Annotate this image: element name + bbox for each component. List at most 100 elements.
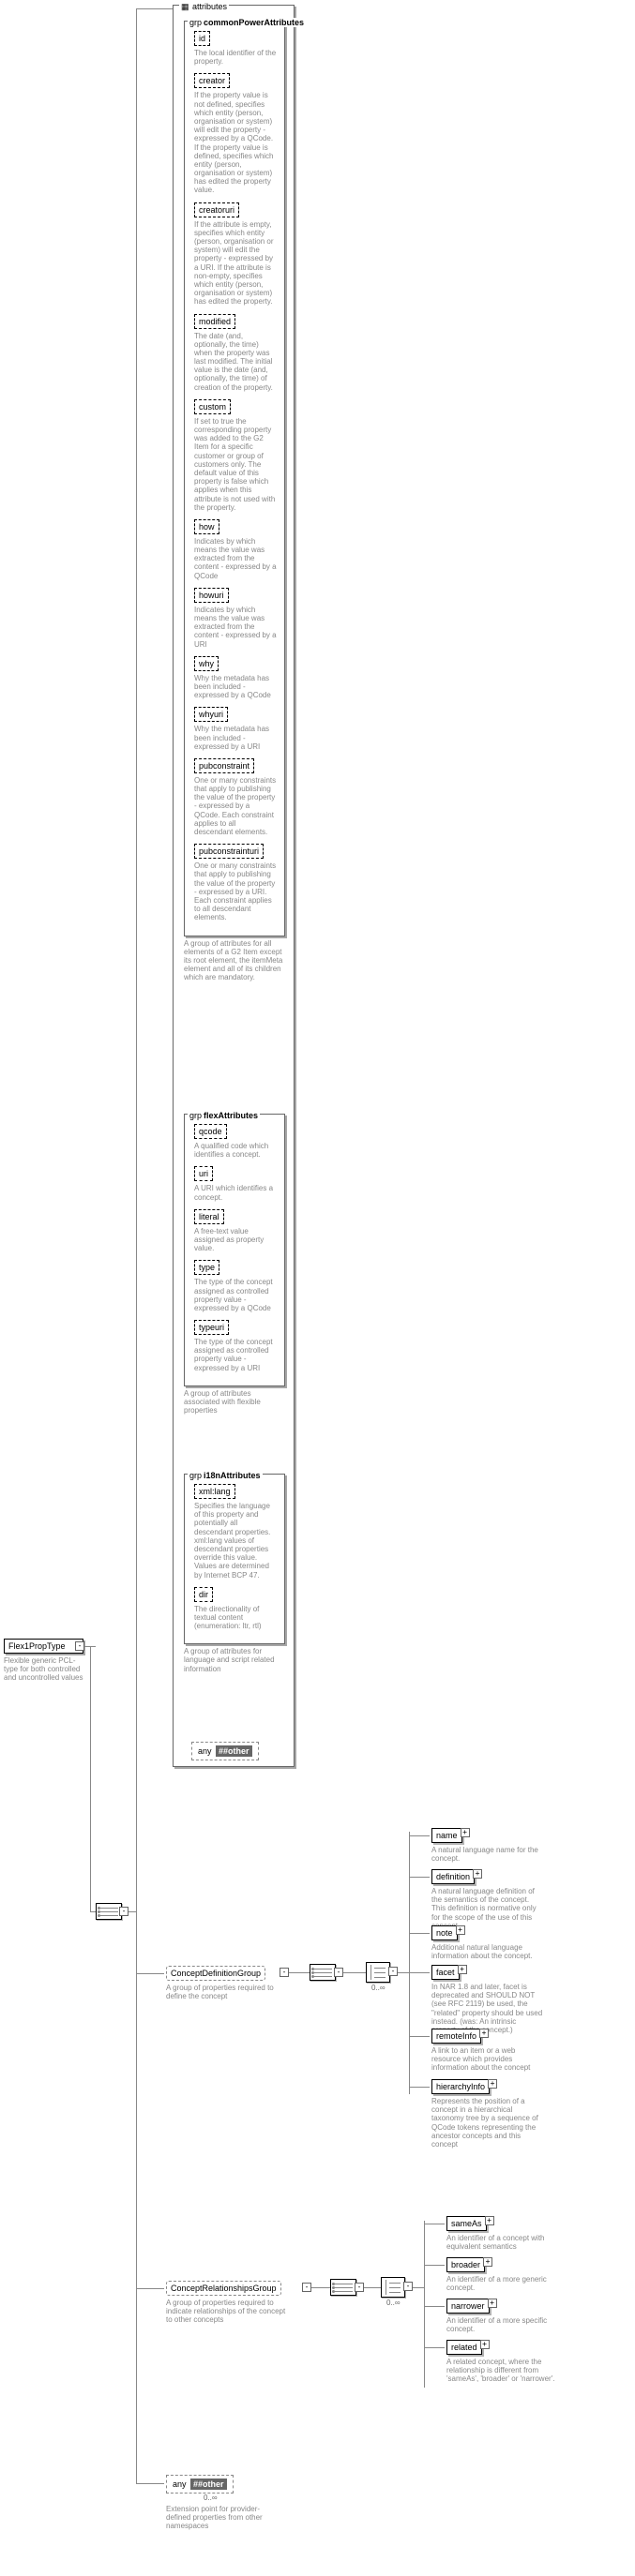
attr-xmllang-desc: Specifies the language of this property … xyxy=(194,1502,277,1580)
group-i18n-desc: A group of attributes for language and s… xyxy=(184,1647,285,1673)
concept-def-seq-toggle[interactable]: - xyxy=(334,1968,343,1977)
concept-def-desc: A group of properties required to define… xyxy=(166,1984,288,2000)
element-remoteInfo-desc: A link to an item or a web resource whic… xyxy=(431,2046,544,2073)
attr-pubconstrainturi-desc: One or many constraints that apply to pu… xyxy=(194,861,277,921)
attr-qcode-desc: A qualified code which identifies a conc… xyxy=(194,1142,277,1159)
attr-id: id xyxy=(194,31,210,46)
attr-typeuri-desc: The type of the concept assigned as cont… xyxy=(194,1338,277,1372)
concept-rel-seq-toggle[interactable]: - xyxy=(355,2283,364,2292)
attr-custom: custom xyxy=(194,399,231,414)
element-remoteInfo: remoteInfo xyxy=(431,2029,481,2044)
concept-rel-card: 0..∞ xyxy=(386,2299,401,2307)
attr-whyuri-desc: Why the metadata has been included - exp… xyxy=(194,725,277,751)
group-prefix: grp xyxy=(189,1111,202,1120)
concept-rel-desc: A group of properties required to indica… xyxy=(166,2299,288,2325)
attr-id-desc: The local identifier of the property. xyxy=(194,49,277,66)
attr-type: type xyxy=(194,1260,219,1275)
element-sameAs: sameAs xyxy=(446,2216,487,2231)
attr-creator-desc: If the property value is not defined, sp… xyxy=(194,91,277,194)
attributes-label: attributes xyxy=(190,2,229,11)
attr-literal-desc: A free-text value assigned as property v… xyxy=(194,1227,277,1253)
element-broader-toggle[interactable]: + xyxy=(483,2257,492,2267)
attr-dir: dir xyxy=(194,1587,213,1602)
attr-uri-desc: A URI which identifies a concept. xyxy=(194,1184,277,1201)
element-facet: facet xyxy=(431,1965,460,1980)
concept-relationships-group: ConceptRelationshipsGroup xyxy=(166,2281,281,2296)
group-flex-desc: A group of attributes associated with fl… xyxy=(184,1389,285,1415)
concept-def-choice-toggle[interactable]: - xyxy=(388,1967,398,1976)
concept-def-seq xyxy=(310,1964,336,1981)
root-seq-toggle[interactable]: - xyxy=(119,1907,129,1916)
root-seq xyxy=(96,1903,122,1920)
attr-creatoruri-desc: If the attribute is empty, specifies whi… xyxy=(194,220,277,307)
element-definition-desc: A natural language definition of the sem… xyxy=(431,1887,544,1930)
any-other-attr: any ##other xyxy=(191,1742,259,1760)
element-definition-toggle[interactable]: + xyxy=(473,1869,482,1879)
element-name-toggle[interactable]: + xyxy=(461,1828,470,1837)
element-note-toggle[interactable]: + xyxy=(456,1925,465,1935)
attr-uri: uri xyxy=(194,1166,213,1181)
element-facet-desc: In NAR 1.8 and later, facet is deprecate… xyxy=(431,1983,544,2034)
element-hierarchyInfo: hierarchyInfo xyxy=(431,2079,490,2094)
attr-typeuri: typeuri xyxy=(194,1320,229,1335)
group-i18n: grp i18nAttributes xml:langSpecifies the… xyxy=(184,1474,285,1644)
any-other-element: any ##other xyxy=(166,2475,234,2494)
element-remoteInfo-toggle[interactable]: + xyxy=(479,2029,489,2038)
root-label: Flex1PropType xyxy=(8,1641,66,1651)
element-narrower: narrower xyxy=(446,2299,490,2314)
element-hierarchyInfo-toggle[interactable]: + xyxy=(488,2079,497,2089)
element-facet-toggle[interactable]: + xyxy=(458,1965,467,1974)
ext-any-label: ##other xyxy=(190,2479,227,2490)
element-narrower-toggle[interactable]: + xyxy=(488,2299,497,2308)
attr-qcode: qcode xyxy=(194,1124,227,1139)
attr-creatoruri: creatoruri xyxy=(194,202,239,217)
attr-pubconstraint-desc: One or many constraints that apply to pu… xyxy=(194,776,277,836)
attr-xmllang: xml:lang xyxy=(194,1484,235,1499)
concept-def-name: ConceptDefinitionGroup xyxy=(171,1969,261,1978)
root-toggle[interactable]: - xyxy=(75,1641,84,1651)
element-sameAs-toggle[interactable]: + xyxy=(485,2216,494,2225)
element-definition: definition xyxy=(431,1869,475,1884)
group-common-name: commonPowerAttributes xyxy=(202,18,306,27)
attr-modified: modified xyxy=(194,314,235,329)
attr-pubconstrainturi: pubconstrainturi xyxy=(194,844,264,859)
group-prefix: grp xyxy=(189,1471,202,1480)
element-name-desc: A natural language name for the concept. xyxy=(431,1846,544,1863)
concept-rel-seq xyxy=(330,2279,356,2296)
element-related-desc: A related concept, where the relationshi… xyxy=(446,2358,559,2384)
concept-rel-name: ConceptRelationshipsGroup xyxy=(171,2284,277,2293)
group-common-desc: A group of attributes for all elements o… xyxy=(184,939,285,982)
root-desc: Flexible generic PCL-type for both contr… xyxy=(4,1656,83,1683)
element-narrower-desc: An identifier of a more specific concept… xyxy=(446,2316,559,2333)
group-common-power: grp commonPowerAttributes idThe local id… xyxy=(184,21,285,936)
attr-dir-desc: The directionality of textual content (e… xyxy=(194,1605,277,1631)
attr-literal: literal xyxy=(194,1209,224,1224)
element-hierarchyInfo-desc: Represents the position of a concept in … xyxy=(431,2097,544,2149)
group-flex-name: flexAttributes xyxy=(202,1111,260,1120)
element-note-desc: Additional natural language information … xyxy=(431,1943,544,1960)
attr-howuri-desc: Indicates by which means the value was e… xyxy=(194,606,277,649)
element-note: note xyxy=(431,1925,458,1940)
group-flex: grp flexAttributes qcode A qualified code… xyxy=(184,1114,285,1386)
concept-def-toggle[interactable]: - xyxy=(280,1968,289,1977)
any-other-label: ##other xyxy=(216,1745,252,1757)
concept-def-card: 0..∞ xyxy=(371,1984,386,1992)
attr-why-desc: Why the metadata has been included - exp… xyxy=(194,674,277,700)
ext-any-card: 0..∞ xyxy=(204,2494,307,2502)
attr-creator: creator xyxy=(194,73,230,88)
element-name: name xyxy=(431,1828,462,1843)
attr-modified-desc: The date (and, optionally, the time) whe… xyxy=(194,332,277,392)
attr-pubconstraint: pubconstraint xyxy=(194,758,254,773)
attr-type-desc: The type of the concept assigned as cont… xyxy=(194,1278,277,1312)
element-related-toggle[interactable]: + xyxy=(480,2340,490,2349)
concept-definition-group: ConceptDefinitionGroup xyxy=(166,1966,265,1981)
element-related: related xyxy=(446,2340,482,2355)
attributes-icon: ▦ xyxy=(179,2,191,12)
concept-rel-choice-toggle[interactable]: - xyxy=(403,2282,413,2291)
concept-rel-choice xyxy=(381,2277,405,2298)
element-sameAs-desc: An identifier of a concept with equivale… xyxy=(446,2234,559,2251)
concept-rel-toggle[interactable]: - xyxy=(302,2283,311,2292)
ext-any-desc: Extension point for provider-defined pro… xyxy=(166,2505,269,2531)
root-type: Flex1PropType xyxy=(4,1639,83,1654)
attr-custom-desc: If set to true the corresponding propert… xyxy=(194,417,277,512)
